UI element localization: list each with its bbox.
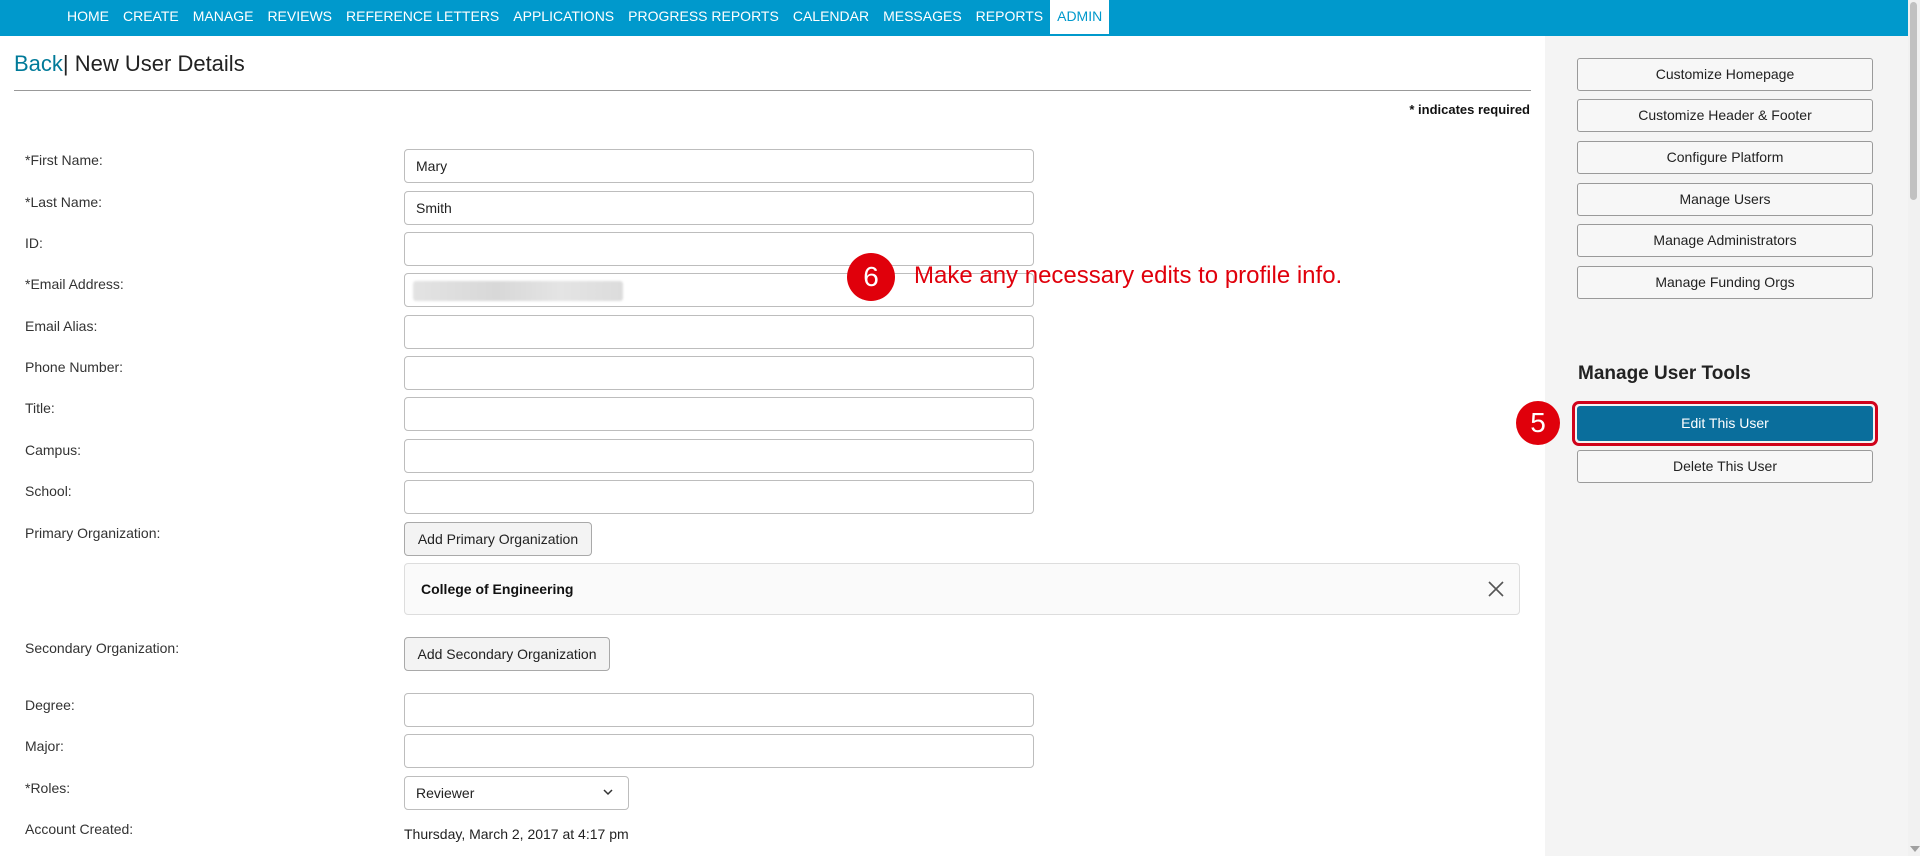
nav-reports[interactable]: REPORTS — [969, 0, 1050, 34]
manage-user-tools-heading: Manage User Tools — [1578, 363, 1751, 384]
email-alias-label: Email Alias: — [25, 318, 98, 334]
roles-select[interactable]: Reviewer — [404, 776, 629, 810]
roles-label: *Roles: — [25, 780, 71, 796]
manage-administrators-button[interactable]: Manage Administrators — [1577, 224, 1873, 257]
page-header: Back| New User Details — [14, 50, 245, 78]
customize-header-footer-button[interactable]: Customize Header & Footer — [1577, 99, 1873, 132]
roles-selected: Reviewer — [416, 785, 475, 801]
major-label: Major: — [25, 738, 64, 754]
nav-messages[interactable]: MESSAGES — [876, 0, 969, 34]
campus-field[interactable] — [404, 439, 1034, 473]
title-label: Title: — [25, 400, 55, 416]
last-name-label: *Last Name: — [25, 194, 103, 210]
primary-org-label: Primary Organization: — [25, 525, 161, 541]
primary-org-name: College of Engineering — [421, 581, 574, 597]
add-primary-org-button[interactable]: Add Primary Organization — [404, 522, 592, 556]
back-link[interactable]: Back — [14, 51, 63, 76]
nav-home[interactable]: HOME — [60, 0, 116, 34]
campus-label: Campus: — [25, 442, 82, 458]
id-field[interactable] — [404, 232, 1034, 266]
step-6-badge: 6 — [847, 253, 895, 301]
nav-create[interactable]: CREATE — [116, 0, 186, 34]
email-alias-field[interactable] — [404, 315, 1034, 349]
title-field[interactable] — [404, 397, 1034, 431]
page-title: New User Details — [74, 51, 245, 76]
primary-org-card: College of Engineering — [404, 563, 1520, 615]
manage-funding-orgs-button[interactable]: Manage Funding Orgs — [1577, 266, 1873, 299]
first-name-label: *First Name: — [25, 152, 103, 168]
step-6-text: Make any necessary edits to profile info… — [914, 262, 1343, 289]
top-nav: HOME CREATE MANAGE REVIEWS REFERENCE LET… — [0, 0, 1908, 36]
manage-users-button[interactable]: Manage Users — [1577, 183, 1873, 216]
chevron-down-icon — [603, 789, 613, 796]
required-note: * indicates required — [1409, 102, 1530, 117]
id-label: ID: — [25, 235, 43, 251]
configure-platform-button[interactable]: Configure Platform — [1577, 141, 1873, 174]
close-icon[interactable] — [1487, 580, 1505, 598]
nav-reference-letters[interactable]: REFERENCE LETTERS — [339, 0, 506, 34]
nav-reviews[interactable]: REVIEWS — [260, 0, 339, 34]
account-created-value: Thursday, March 2, 2017 at 4:17 pm — [404, 826, 629, 842]
scroll-down-arrow-icon[interactable] — [1910, 846, 1920, 852]
last-name-field[interactable]: Smith — [404, 191, 1034, 225]
phone-label: Phone Number: — [25, 359, 124, 375]
secondary-org-label: Secondary Organization: — [25, 640, 180, 656]
school-label: School: — [25, 483, 72, 499]
step-5-badge: 5 — [1516, 401, 1560, 445]
phone-field[interactable] — [404, 356, 1034, 390]
delete-user-button[interactable]: Delete This User — [1577, 450, 1873, 483]
degree-label: Degree: — [25, 697, 75, 713]
school-field[interactable] — [404, 480, 1034, 514]
nav-progress-reports[interactable]: PROGRESS REPORTS — [621, 0, 786, 34]
nav-applications[interactable]: APPLICATIONS — [506, 0, 621, 34]
edit-user-button[interactable]: Edit This User — [1577, 406, 1873, 441]
customize-homepage-button[interactable]: Customize Homepage — [1577, 58, 1873, 91]
nav-calendar[interactable]: CALENDAR — [786, 0, 876, 34]
first-name-field[interactable]: Mary — [404, 149, 1034, 183]
email-redacted — [413, 281, 623, 301]
header-separator: | — [62, 51, 69, 76]
header-divider — [14, 90, 1531, 91]
add-secondary-org-button[interactable]: Add Secondary Organization — [404, 637, 610, 671]
email-label: *Email Address: — [25, 276, 124, 292]
account-created-label: Account Created: — [25, 821, 134, 837]
nav-manage[interactable]: MANAGE — [186, 0, 261, 34]
scrollbar-thumb[interactable] — [1910, 2, 1917, 200]
major-field[interactable] — [404, 734, 1034, 768]
degree-field[interactable] — [404, 693, 1034, 727]
nav-admin[interactable]: ADMIN — [1050, 0, 1110, 34]
